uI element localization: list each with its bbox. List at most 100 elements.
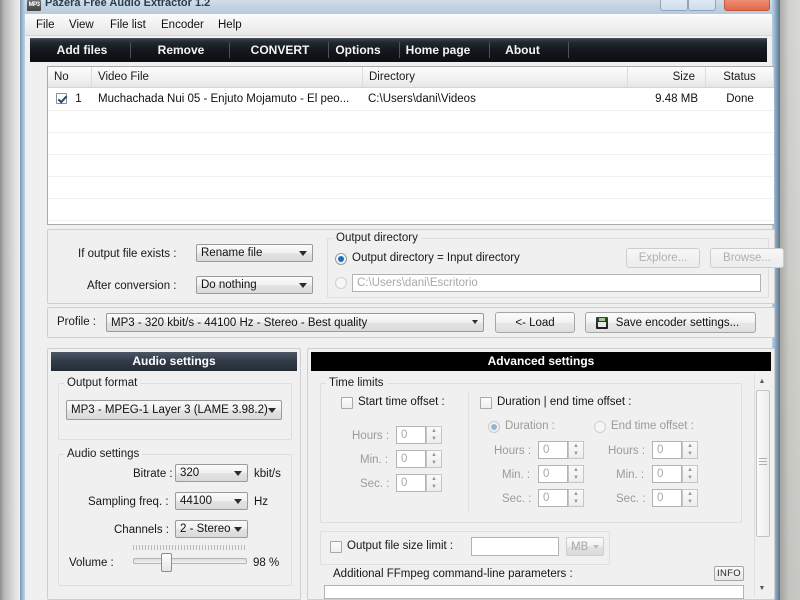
menu-view[interactable]: View [64,18,99,32]
end-sec-input[interactable]: 0 [652,489,682,507]
duration-min-spinner[interactable]: ▲ ▼ [568,465,584,483]
start-min-input[interactable]: 0 [396,450,426,468]
duration-end-offset-checkbox[interactable] [480,397,492,409]
menu-encoder[interactable]: Encoder [156,18,209,32]
profile-value: MP3 - 320 kbit/s - 44100 Hz - Stereo - B… [111,317,368,329]
main-toolbar: Add files Remove CONVERT Options Home pa… [30,38,767,62]
duration-sec-input[interactable]: 0 [538,489,568,507]
start-sec-spinner[interactable]: ▲ ▼ [426,474,442,492]
end-min-input[interactable]: 0 [652,465,682,483]
channels-combo[interactable]: 2 - Stereo [175,520,248,538]
load-profile-button[interactable]: <- Load [495,312,575,333]
remove-button[interactable]: Remove [136,38,226,62]
duration-hours-spinner[interactable]: ▲ ▼ [568,441,584,459]
start-hours-label: Hours : [352,430,390,442]
start-min-spinner[interactable]: ▲ ▼ [426,450,442,468]
chevron-down-icon [234,471,242,476]
column-header-no[interactable]: No [48,67,92,87]
end-sec-spinner[interactable]: ▲ ▼ [682,489,698,507]
time-limits-group-title: Time limits [326,377,387,389]
row-video-file: Muchachada Nui 05 - Enjuto Mojamuto - El… [98,93,350,105]
duration-min-label: Min. : [502,469,531,481]
start-min-label: Min. : [360,454,389,466]
channels-label: Channels : [114,524,169,536]
convert-button[interactable]: CONVERT [235,38,325,62]
home-page-button[interactable]: Home page [383,38,493,62]
output-file-size-limit-label: Output file size limit : [347,540,454,552]
duration-hours-input[interactable]: 0 [538,441,568,459]
end-sec-label: Sec. : [616,493,646,505]
end-hours-spinner[interactable]: ▲ ▼ [682,441,698,459]
ffmpeg-info-button[interactable]: INFO [714,566,744,581]
about-button[interactable]: About [480,38,565,62]
output-file-size-limit-checkbox[interactable] [330,541,342,553]
close-button[interactable] [724,0,770,11]
column-header-directory[interactable]: Directory [363,67,628,87]
duration-radio[interactable] [488,421,500,433]
duration-sec-spinner[interactable]: ▲ ▼ [568,489,584,507]
row-checkbox-and-index[interactable]: 1 [56,88,96,110]
duration-radio-label: Duration : [505,420,555,432]
file-size-unit-combo[interactable]: MB [566,537,604,556]
volume-slider-thumb[interactable] [161,553,172,572]
minimize-button[interactable] [660,0,688,11]
sampling-freq-combo[interactable]: 44100 [175,492,248,510]
output-format-group-title: Output format [64,377,141,389]
duration-min-input[interactable]: 0 [538,465,568,483]
window-title: Pazera Free Audio Extractor 1.2 [45,0,211,9]
volume-slider-track[interactable] [133,558,247,564]
start-sec-input[interactable]: 0 [396,474,426,492]
channels-value: 2 - Stereo [180,523,231,535]
row-checkbox[interactable] [56,93,67,104]
column-header-status[interactable]: Status [706,67,774,87]
save-encoder-settings-button[interactable]: Save encoder settings... [585,312,756,333]
explore-button[interactable]: Explore... [626,248,700,268]
column-header-size[interactable]: Size [628,67,706,87]
after-conversion-combo[interactable]: Do nothing [196,276,313,294]
output-file-size-limit-input[interactable] [471,537,559,556]
file-list-empty-row [48,176,774,199]
output-directory-group-title: Output directory [333,232,421,244]
floppy-disk-icon [596,317,608,329]
start-hours-spinner[interactable]: ▲ ▼ [426,426,442,444]
duration-end-offset-label: Duration | end time offset : [497,396,632,408]
maximize-button[interactable] [688,0,716,11]
chevron-down-icon [299,251,307,256]
scroll-down-arrow-icon[interactable]: ▼ [755,581,769,596]
output-format-value: MP3 - MPEG-1 Layer 3 (LAME 3.98.2) [71,404,268,416]
menu-file-list[interactable]: File list [105,18,151,32]
browse-button[interactable]: Browse... [710,248,784,268]
if-output-exists-combo[interactable]: Rename file [196,244,313,262]
file-list[interactable]: No Video File Directory Size Status 1 Mu… [47,66,774,225]
profile-combo[interactable]: MP3 - 320 kbit/s - 44100 Hz - Stereo - B… [106,313,484,332]
end-min-spinner[interactable]: ▲ ▼ [682,465,698,483]
bitrate-combo[interactable]: 320 [175,464,248,482]
file-list-empty-row [48,154,774,177]
row-directory: C:\Users\dani\Videos [368,93,476,105]
output-dir-path-input[interactable]: C:\Users\dani\Escritorio [352,274,761,292]
menu-file[interactable]: File [31,18,60,32]
volume-ticks [133,545,247,550]
window-frame-left [0,0,22,600]
table-row[interactable]: 1 Muchachada Nui 05 - Enjuto Mojamuto - … [48,88,774,111]
menu-help[interactable]: Help [213,18,247,32]
start-time-offset-checkbox[interactable] [341,397,353,409]
scrollbar-thumb[interactable] [756,390,770,537]
output-dir-custom-radio[interactable] [335,277,347,289]
title-bar[interactable]: MP3 Pazera Free Audio Extractor 1.2 [25,0,772,14]
scroll-up-arrow-icon[interactable]: ▲ [755,374,769,389]
ffmpeg-params-input[interactable] [324,585,744,599]
after-conversion-label: After conversion : [87,280,177,292]
after-conversion-value: Do nothing [201,279,257,291]
add-files-button[interactable]: Add files [38,38,126,62]
advanced-settings-scrollbar[interactable]: ▲ ▼ [754,374,770,596]
column-header-video-file[interactable]: Video File [92,67,363,87]
end-hours-label: Hours : [608,445,646,457]
output-format-combo[interactable]: MP3 - MPEG-1 Layer 3 (LAME 3.98.2) [66,400,282,420]
end-time-offset-radio[interactable] [594,421,606,433]
menu-bar: File View File list Encoder Help [25,14,772,36]
output-dir-same-as-input-radio[interactable] [335,253,347,265]
start-hours-input[interactable]: 0 [396,426,426,444]
profile-panel: Profile : MP3 - 320 kbit/s - 44100 Hz - … [47,307,775,338]
end-hours-input[interactable]: 0 [652,441,682,459]
